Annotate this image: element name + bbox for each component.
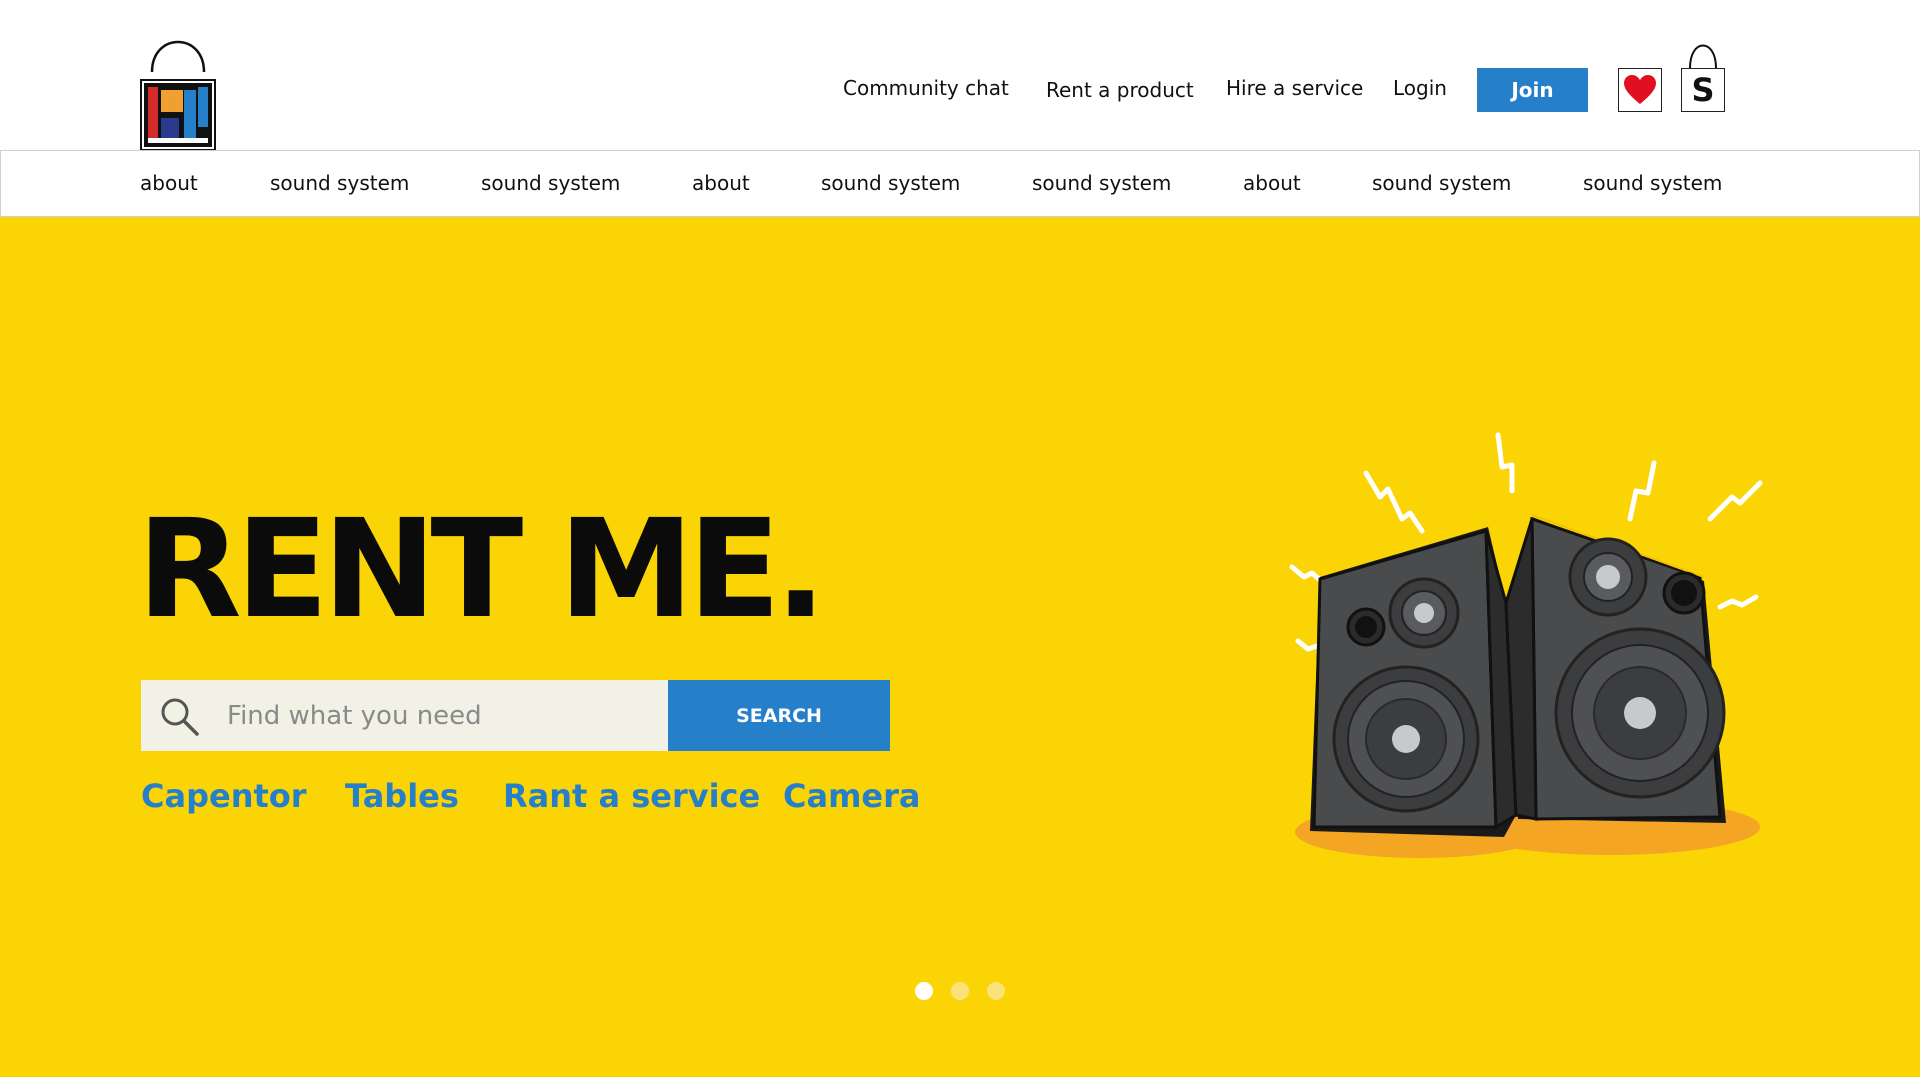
category-item[interactable]: about [692, 171, 750, 195]
speakers-illustration [1289, 432, 1763, 858]
carousel-dot-3[interactable] [987, 982, 1005, 1000]
nav-rent-product[interactable]: Rent a product [1046, 78, 1194, 102]
bag-logo[interactable] [140, 28, 216, 152]
shop-button[interactable]: S [1681, 68, 1725, 112]
category-item[interactable]: about [1243, 171, 1301, 195]
category-item[interactable]: sound system [481, 171, 620, 195]
search-icon [161, 698, 199, 736]
site-header: Community chat Rent a product Hire a ser… [0, 0, 1920, 152]
nav-hire-service[interactable]: Hire a service [1226, 76, 1363, 100]
category-item[interactable]: about [140, 171, 198, 195]
carousel-dot-2[interactable] [951, 982, 969, 1000]
category-item[interactable]: sound system [1583, 171, 1722, 195]
category-bar: about sound system sound system about so… [0, 150, 1920, 217]
search-bar: SEARCH [141, 680, 890, 751]
nav-community-chat[interactable]: Community chat [843, 76, 1009, 100]
hero-banner: RENT ME. SEARCH Capentor Tables Rant a s… [0, 217, 1920, 1077]
quick-link-camera[interactable]: Camera [783, 777, 921, 815]
shop-icon-letter: S [1691, 71, 1715, 109]
search-field[interactable] [141, 680, 668, 751]
carousel-dot-1[interactable] [915, 982, 933, 1000]
search-input[interactable] [227, 694, 647, 738]
heart-icon [1624, 75, 1656, 104]
nav-login[interactable]: Login [1393, 76, 1447, 100]
category-item[interactable]: sound system [1372, 171, 1511, 195]
join-button[interactable]: Join [1477, 68, 1588, 112]
category-item[interactable]: sound system [1032, 171, 1171, 195]
category-item[interactable]: sound system [270, 171, 409, 195]
quick-link-rant-service[interactable]: Rant a service [503, 777, 760, 815]
shop-bag-handle-icon [1689, 44, 1717, 69]
category-item[interactable]: sound system [821, 171, 960, 195]
quick-link-tables[interactable]: Tables [345, 777, 459, 815]
quick-link-capentor[interactable]: Capentor [141, 777, 307, 815]
search-button[interactable]: SEARCH [668, 680, 890, 751]
hero-headline: RENT ME. [137, 491, 826, 649]
favorites-button[interactable] [1618, 68, 1662, 112]
